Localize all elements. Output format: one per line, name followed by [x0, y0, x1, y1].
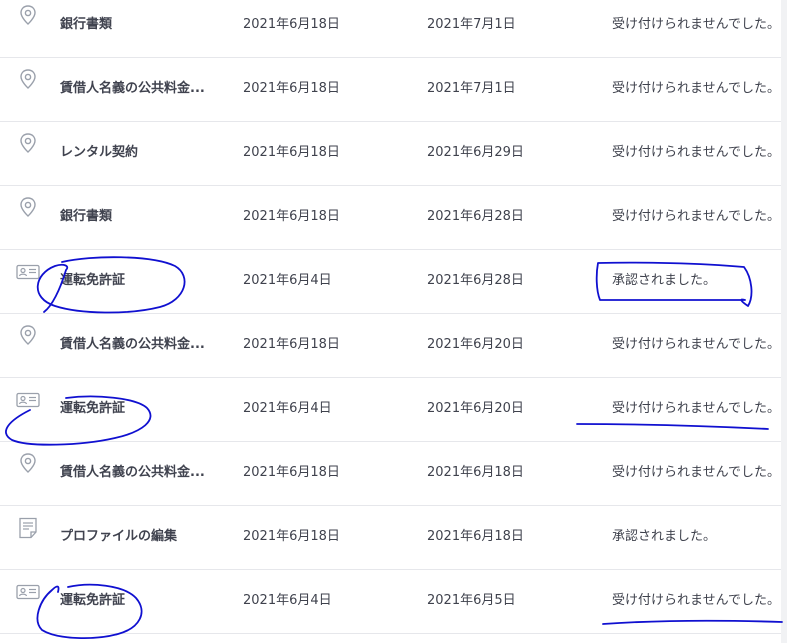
- updated-date: 2021年6月20日: [427, 337, 524, 352]
- submitted-date: 2021年6月18日: [243, 17, 340, 32]
- verification-history-list: 銀行書類 2021年6月18日 2021年7月1日 受け付けられませんでした。 …: [0, 0, 781, 634]
- table-row[interactable]: 賃借人名義の公共料金... 2021年6月18日 2021年6月20日 受け付け…: [0, 314, 781, 378]
- submitted-date: 2021年6月18日: [243, 145, 340, 160]
- document-type: 銀行書類: [60, 209, 113, 224]
- document-type: プロファイルの編集: [60, 529, 178, 544]
- updated-date: 2021年7月1日: [427, 17, 516, 32]
- submitted-date: 2021年6月4日: [243, 273, 332, 288]
- location-pin-icon: [14, 130, 42, 158]
- submitted-date: 2021年6月18日: [243, 81, 340, 96]
- table-row[interactable]: 運転免許証 2021年6月4日 2021年6月20日 受け付けられませんでした。: [0, 378, 781, 442]
- table-row[interactable]: 賃借人名義の公共料金... 2021年6月18日 2021年6月18日 受け付け…: [0, 442, 781, 506]
- updated-date: 2021年6月28日: [427, 273, 524, 288]
- updated-date: 2021年6月28日: [427, 209, 524, 224]
- id-card-icon: [14, 578, 42, 606]
- submitted-date: 2021年6月18日: [243, 529, 340, 544]
- submitted-date: 2021年6月18日: [243, 337, 340, 352]
- table-row[interactable]: 賃借人名義の公共料金... 2021年6月18日 2021年7月1日 受け付けら…: [0, 58, 781, 122]
- table-row[interactable]: プロファイルの編集 2021年6月18日 2021年6月18日 承認されました。: [0, 506, 781, 570]
- document-type: 運転免許証: [60, 401, 126, 416]
- status-text: 受け付けられませんでした。: [612, 593, 780, 608]
- table-row[interactable]: レンタル契約 2021年6月18日 2021年6月29日 受け付けられませんでし…: [0, 122, 781, 186]
- id-card-icon: [14, 258, 42, 286]
- table-row[interactable]: 銀行書類 2021年6月18日 2021年7月1日 受け付けられませんでした。: [0, 0, 781, 58]
- document-icon: [14, 514, 42, 542]
- updated-date: 2021年6月18日: [427, 465, 524, 480]
- updated-date: 2021年6月18日: [427, 529, 524, 544]
- location-pin-icon: [14, 66, 42, 94]
- status-text: 受け付けられませんでした。: [612, 465, 780, 480]
- table-row[interactable]: 運転免許証 2021年6月4日 2021年6月5日 受け付けられませんでした。: [0, 570, 781, 634]
- table-row[interactable]: 運転免許証 2021年6月4日 2021年6月28日 承認されました。: [0, 250, 781, 314]
- updated-date: 2021年6月20日: [427, 401, 524, 416]
- document-type: 運転免許証: [60, 273, 126, 288]
- location-pin-icon: [14, 322, 42, 350]
- updated-date: 2021年7月1日: [427, 81, 516, 96]
- table-row[interactable]: 銀行書類 2021年6月18日 2021年6月28日 受け付けられませんでした。: [0, 186, 781, 250]
- document-type: 賃借人名義の公共料金...: [60, 81, 205, 96]
- document-type: 賃借人名義の公共料金...: [60, 337, 205, 352]
- scrollbar[interactable]: [781, 0, 787, 643]
- status-text: 受け付けられませんでした。: [612, 17, 780, 32]
- status-text: 受け付けられませんでした。: [612, 337, 780, 352]
- status-text: 受け付けられませんでした。: [612, 209, 780, 224]
- location-pin-icon: [14, 2, 42, 30]
- id-card-icon: [14, 386, 42, 414]
- status-text: 受け付けられませんでした。: [612, 81, 780, 96]
- document-type: 運転免許証: [60, 593, 126, 608]
- status-text: 受け付けられませんでした。: [612, 401, 780, 416]
- status-text: 受け付けられませんでした。: [612, 145, 780, 160]
- status-text: 承認されました。: [612, 529, 717, 544]
- document-type: 賃借人名義の公共料金...: [60, 465, 205, 480]
- status-text: 承認されました。: [612, 273, 717, 288]
- submitted-date: 2021年6月18日: [243, 465, 340, 480]
- updated-date: 2021年6月5日: [427, 593, 516, 608]
- document-type: 銀行書類: [60, 17, 113, 32]
- location-pin-icon: [14, 194, 42, 222]
- location-pin-icon: [14, 450, 42, 478]
- document-type: レンタル契約: [60, 145, 139, 160]
- submitted-date: 2021年6月4日: [243, 401, 332, 416]
- submitted-date: 2021年6月18日: [243, 209, 340, 224]
- updated-date: 2021年6月29日: [427, 145, 524, 160]
- submitted-date: 2021年6月4日: [243, 593, 332, 608]
